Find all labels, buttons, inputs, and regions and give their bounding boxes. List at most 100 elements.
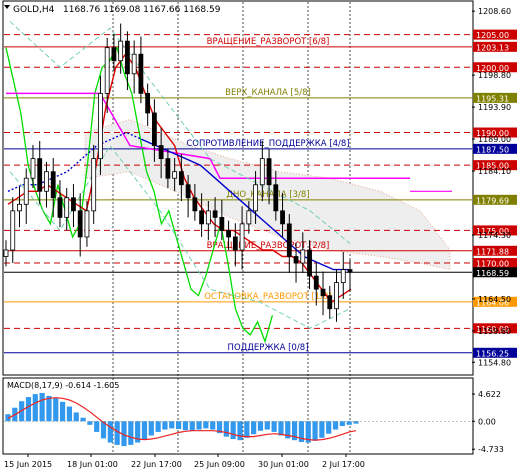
candle-body (327, 295, 333, 310)
candle-body (205, 210, 211, 225)
macd-histogram-bar (66, 406, 73, 422)
candle-body (192, 197, 198, 212)
price-tick-label: 1198.80 (478, 71, 511, 80)
macd-histogram-bar (346, 421, 352, 425)
candle-body (50, 171, 56, 199)
candle-body (64, 197, 70, 218)
macd-histogram-bar (59, 401, 66, 422)
macd-histogram-bar (169, 421, 175, 429)
candle-body (347, 269, 353, 273)
candle-body (300, 249, 306, 264)
candle-body (30, 158, 36, 179)
macd-histogram-bar (114, 421, 120, 445)
candle-body (10, 210, 16, 251)
price-tick-label: 1159.60 (478, 327, 511, 336)
candle-body (246, 210, 252, 225)
price-badge-value: 1195.31 (476, 94, 509, 103)
candle-body (17, 203, 22, 212)
macd-histogram-bar (251, 421, 257, 435)
candle-body (104, 47, 110, 94)
time-label: 25 Jun 09:00 (194, 460, 245, 469)
macd-histogram-bar (237, 421, 243, 441)
candle-body (232, 236, 238, 251)
macd-histogram-bar (264, 421, 270, 430)
macd-histogram-bar (94, 421, 100, 432)
candle-body (23, 177, 29, 205)
price-badge-value: 1168.59 (476, 269, 509, 278)
candle-body (158, 145, 164, 160)
candle-body (138, 53, 144, 94)
macd-histogram-bar (223, 421, 229, 437)
macd-histogram-bar (87, 421, 93, 425)
macd-histogram-bar (107, 421, 113, 443)
price-chart: ВРАЩЕНИЕ_РАЗВОРОТ [6/8] ВЕРХ_КАНАЛА [5/8]… (2, 0, 517, 469)
price-badge-value: 1203.13 (476, 43, 509, 52)
level-label: СОПРОТИВЛЕНИЕ_ПОДДЕРЖКА [4/8] (186, 139, 349, 149)
candle-body (3, 249, 9, 257)
candle-body (313, 275, 319, 290)
macd-label: MACD(8,17,9) -0.614 -1.605 (7, 381, 119, 390)
time-label: 30 Jun 01:00 (258, 460, 309, 469)
macd-tick-label: -4.733 (478, 445, 504, 454)
time-label: 2 Jul 17:00 (322, 460, 365, 469)
candle-body (273, 184, 279, 212)
candle-body (111, 47, 117, 62)
macd-histogram-bar (46, 395, 52, 422)
chart-window: ВРАЩЕНИЕ_РАЗВОРОТ [6/8] ВЕРХ_КАНАЛА [5/8]… (0, 0, 517, 472)
macd-histogram-bar (189, 421, 195, 431)
candle-body (286, 223, 292, 257)
candle-body (185, 184, 191, 199)
macd-histogram-bar (203, 421, 209, 429)
candle-body (125, 40, 130, 75)
candle-body (239, 223, 245, 251)
macd-histogram-bar (278, 421, 284, 436)
macd-histogram-bar (175, 421, 182, 429)
candle-body (226, 230, 231, 238)
candle-body (340, 269, 346, 284)
macd-histogram-bar (39, 392, 45, 422)
macd-histogram-bar (182, 421, 189, 431)
candle-body (84, 210, 90, 238)
symbol-header: GOLD,H4 1168.76 1169.08 1167.66 1168.59 (4, 5, 221, 15)
price-tick-label: 1189.00 (478, 135, 511, 144)
price-tick-label: 1208.60 (478, 7, 511, 16)
candle-body (219, 216, 225, 231)
candle-body (77, 210, 83, 238)
price-tick-label: 1174.30 (478, 231, 511, 240)
level-label: ОСТАНОВКА_РАЗВОРОТ [1/8] (204, 292, 332, 302)
candle-body (212, 210, 218, 218)
candle-body (320, 288, 326, 297)
candle-body (293, 256, 299, 264)
candle-body (253, 184, 258, 212)
level-label: ВЕРХ_КАНАЛА [5/8] (225, 88, 311, 98)
macd-histogram-bar (339, 421, 345, 427)
candle-body (57, 197, 63, 218)
candle-body (131, 53, 137, 75)
price-tick-label: 1154.80 (478, 358, 511, 367)
macd-histogram-bar (210, 421, 216, 430)
candle-body (259, 158, 265, 186)
price-badge-value: 1205.00 (476, 31, 509, 40)
price-badge-value: 1170.00 (476, 260, 509, 269)
price-badge-value: 1179.69 (476, 196, 509, 205)
macd-histogram-bar (32, 394, 38, 422)
candle-body (71, 197, 76, 212)
macd-histogram-bar (319, 421, 325, 438)
macd-histogram-bar (353, 421, 359, 424)
candle-body (165, 158, 171, 179)
candle-body (98, 92, 103, 160)
macd-histogram-bar (162, 421, 168, 430)
macd-histogram-bar (326, 421, 332, 434)
candle-body (178, 171, 184, 186)
price-badge-value: 1156.25 (476, 349, 509, 358)
macd-histogram-bar (230, 421, 236, 440)
price-tick-label: 1184.10 (478, 167, 511, 176)
candle-body (118, 40, 124, 62)
price-badge-value: 1171.88 (476, 247, 509, 256)
candle-body (280, 210, 285, 225)
macd-histogram-bar (128, 421, 134, 445)
price-tick-label: 1193.90 (478, 103, 511, 112)
candle-body (151, 112, 157, 146)
candle-body (334, 282, 339, 310)
level-label: ПОДДЕРЖКА [0/8] (228, 343, 309, 353)
